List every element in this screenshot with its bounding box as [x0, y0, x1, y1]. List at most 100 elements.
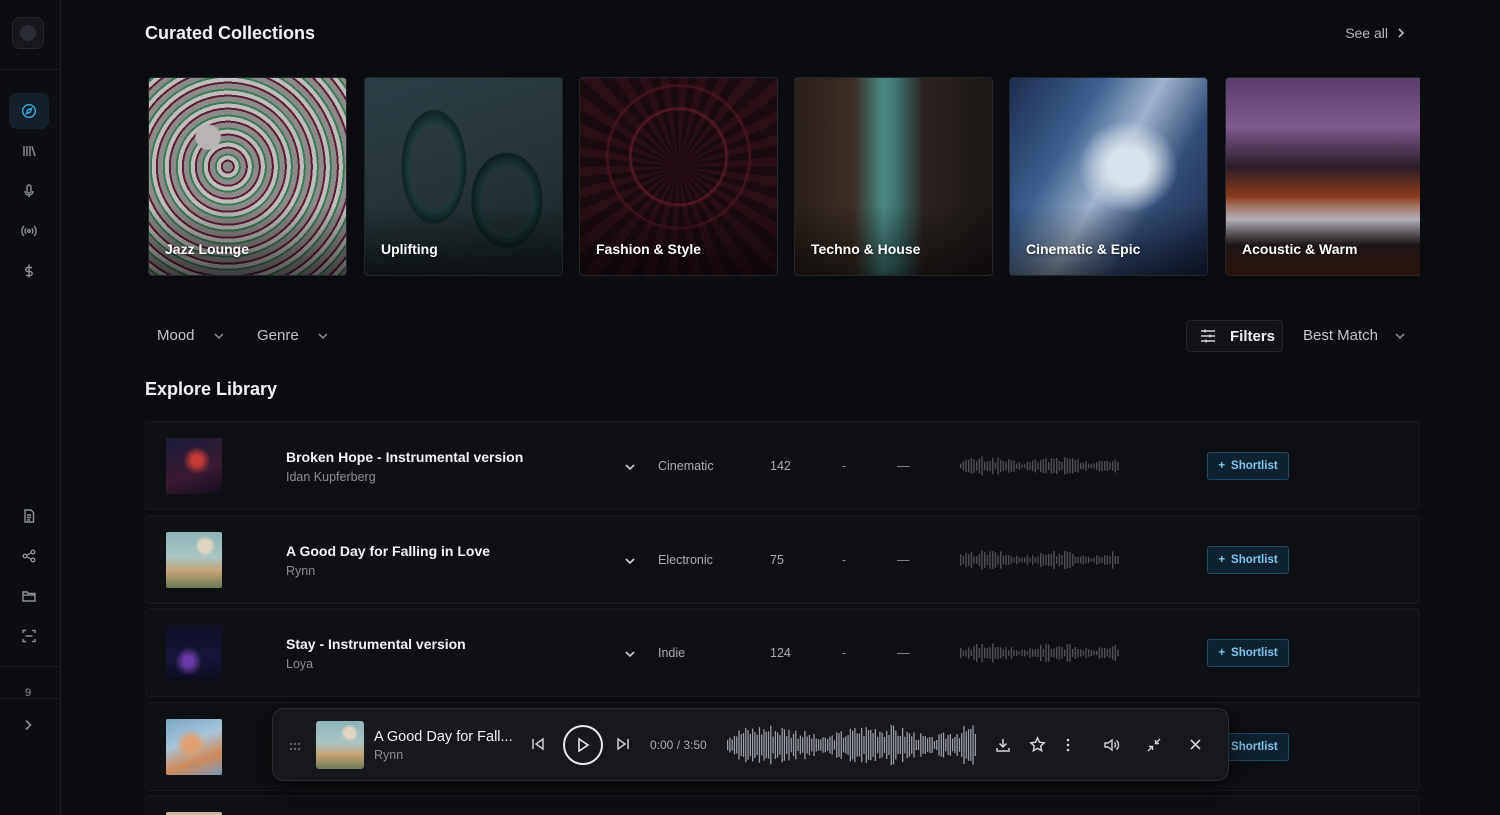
waveform-bar	[904, 736, 906, 754]
player-waveform[interactable]	[727, 723, 977, 767]
waveform-bar	[1029, 648, 1031, 658]
shortlist-button[interactable]: + Shortlist	[1207, 639, 1289, 667]
waveform-bar	[1085, 461, 1087, 471]
sidebar-divider	[0, 666, 61, 667]
drag-handle-icon[interactable]	[289, 739, 301, 757]
nav-projects[interactable]	[9, 578, 49, 614]
sidebar: 9	[0, 0, 61, 815]
track-expand-button[interactable]	[624, 552, 636, 570]
waveform-bar	[962, 461, 965, 471]
next-button[interactable]	[616, 737, 630, 751]
waveform-bar	[795, 730, 797, 760]
waveform-bar	[986, 461, 989, 471]
document-icon	[24, 509, 35, 523]
nav-broadcast[interactable]	[9, 213, 49, 249]
more-button[interactable]	[1065, 737, 1071, 753]
waveform-bar	[1048, 553, 1050, 567]
track-row[interactable]: Broken Hope - Instrumental version Idan …	[145, 421, 1420, 510]
volume-button[interactable]	[1103, 737, 1120, 753]
track-cover	[166, 625, 222, 681]
track-artist[interactable]: Idan Kupferberg	[286, 470, 376, 484]
track-title[interactable]: Broken Hope - Instrumental version	[286, 449, 523, 465]
play-button[interactable]	[563, 725, 603, 765]
shortlist-button[interactable]: + Shortlist	[1207, 452, 1289, 480]
sidebar-expand-button[interactable]	[8, 707, 48, 743]
waveform-bar	[1053, 458, 1055, 474]
waveform-bar	[1080, 649, 1082, 657]
waveform-bar	[992, 551, 994, 569]
folder-icon	[22, 591, 36, 602]
favorite-button[interactable]	[1029, 736, 1046, 753]
logo[interactable]	[12, 17, 44, 49]
waveform-bar	[788, 729, 790, 761]
nav-licenses[interactable]	[9, 498, 49, 534]
track-waveform[interactable]	[960, 456, 1120, 476]
see-all-label: See all	[1345, 25, 1388, 41]
filters-button[interactable]: Filters	[1186, 320, 1283, 352]
track-expand-button[interactable]	[624, 645, 636, 663]
collection-card-acoustic-warm[interactable]: Acoustic & Warm	[1225, 77, 1420, 276]
collection-card-cinematic-epic[interactable]: Cinematic & Epic	[1009, 77, 1208, 276]
track-artist[interactable]: Rynn	[286, 564, 315, 578]
waveform-bar	[973, 459, 975, 473]
track-row[interactable]: A Good Day for Falling in Love Rynn Elec…	[145, 515, 1420, 604]
track-title[interactable]: A Good Day for Falling in Love	[286, 543, 490, 559]
filters-label: Filters	[1230, 327, 1276, 345]
waveform-bar	[872, 733, 874, 757]
track-waveform[interactable]	[960, 643, 1120, 663]
waveform-bar	[1045, 644, 1047, 662]
nav-discover[interactable]	[9, 93, 49, 129]
collection-card-uplifting[interactable]: Uplifting	[364, 77, 563, 276]
waveform-bar	[790, 737, 792, 753]
waveform-bar	[1056, 556, 1058, 564]
close-player-button[interactable]	[1189, 738, 1202, 751]
nav-library[interactable]	[9, 133, 49, 169]
waveform-bar	[1013, 649, 1015, 657]
collection-card-jazz-lounge[interactable]: Jazz Lounge	[148, 77, 347, 276]
waveform-bar	[1072, 648, 1074, 658]
track-title[interactable]: Stay - Instrumental version	[286, 636, 466, 652]
see-all-link[interactable]: See all	[1345, 25, 1406, 41]
waveform-bar	[1101, 460, 1103, 472]
nav-scan[interactable]	[9, 618, 49, 654]
download-button[interactable]	[995, 737, 1011, 753]
waveform-bar	[867, 730, 870, 760]
waveform-bar	[972, 725, 974, 765]
waveform-bar	[994, 462, 997, 470]
minimize-button[interactable]	[1146, 737, 1162, 753]
waveform-bar	[1101, 557, 1103, 563]
sort-dropdown[interactable]: Best Match	[1303, 327, 1406, 344]
track-artist[interactable]: Loya	[286, 657, 313, 671]
waveform-bar	[1085, 648, 1087, 658]
collection-card-fashion-style[interactable]: Fashion & Style	[579, 77, 778, 276]
waveform-bar	[1000, 647, 1002, 659]
track-row[interactable]: Stay - Instrumental version Loya Indie 1…	[145, 608, 1420, 697]
nav-vocals[interactable]	[9, 173, 49, 209]
track-expand-button[interactable]	[624, 458, 636, 476]
waveform-bar	[765, 731, 767, 759]
waveform-bar	[879, 731, 881, 759]
track-waveform[interactable]	[960, 550, 1120, 570]
shortlist-button[interactable]: + Shortlist	[1207, 546, 1289, 574]
track-row[interactable]	[145, 795, 1420, 815]
mood-dropdown[interactable]: Mood	[157, 327, 225, 344]
waveform-bar	[1002, 649, 1005, 657]
waveform-bar	[949, 734, 951, 756]
waveform-bar	[961, 733, 963, 757]
nav-pricing[interactable]	[9, 253, 49, 289]
genre-dropdown[interactable]: Genre	[257, 327, 329, 344]
waveform-bar	[1090, 464, 1093, 468]
waveform-bar	[1088, 556, 1090, 564]
nav-share[interactable]	[9, 538, 49, 574]
previous-button[interactable]	[531, 737, 545, 751]
waveform-bar	[986, 555, 989, 565]
waveform-bar	[1045, 554, 1047, 566]
plus-icon: +	[1218, 460, 1226, 472]
waveform-bar	[1098, 647, 1101, 659]
collection-card-techno-house[interactable]: Techno & House	[794, 77, 993, 276]
track-cover	[166, 719, 222, 775]
waveform-bar	[740, 733, 742, 757]
waveform-bar	[997, 555, 999, 565]
track-key: -	[842, 646, 847, 660]
waveform-bar	[920, 733, 922, 757]
